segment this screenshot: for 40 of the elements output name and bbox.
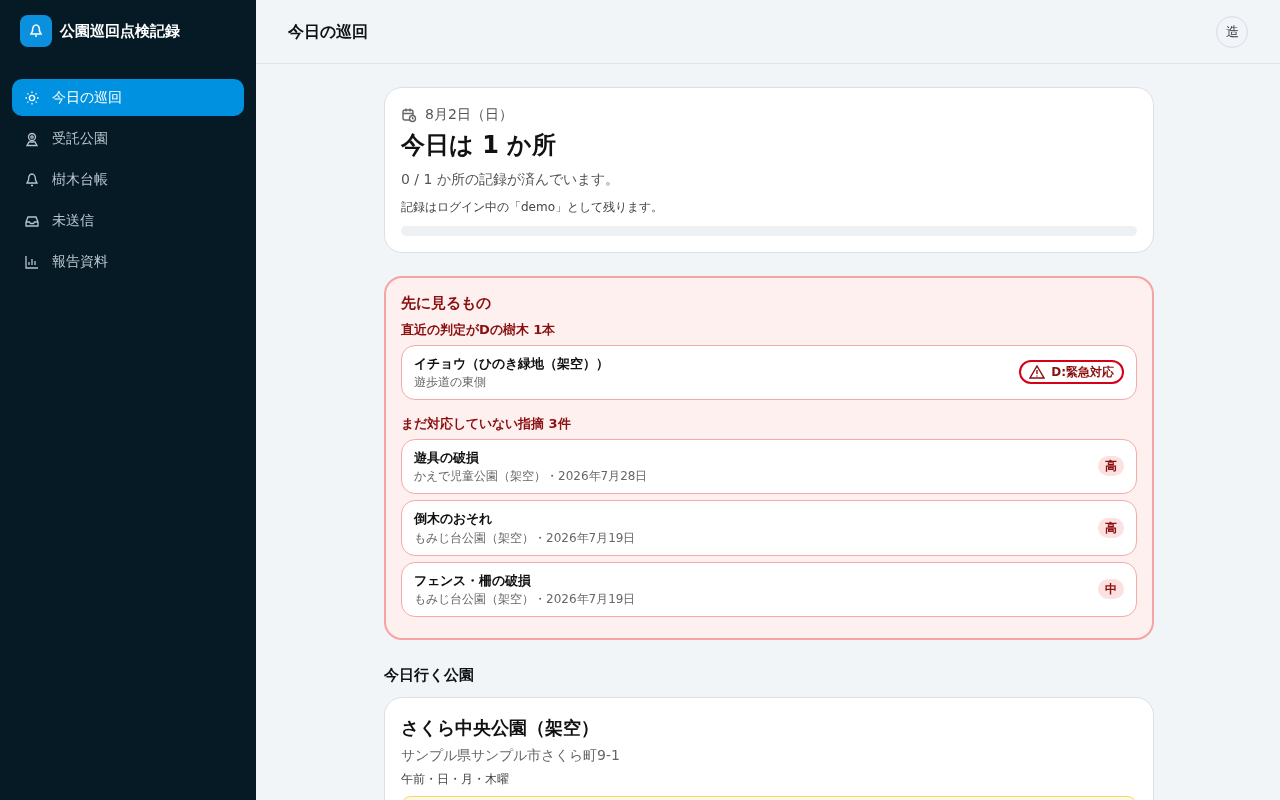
section-heading: 今日行く公園 bbox=[384, 665, 475, 687]
date-label: 8月2日（日） bbox=[425, 105, 513, 124]
issue-item[interactable]: フェンス・柵の破損 もみじ台公園（架空）・2026年7月19日 中 bbox=[401, 561, 1137, 618]
item-subtitle: 遊歩道の東側 bbox=[414, 374, 487, 392]
item-subtitle: もみじ台公園（架空）・2026年7月19日 bbox=[414, 591, 636, 609]
park-card[interactable]: さくら中央公園（架空） サンプル県サンプル市さくら町9-1 午前・日・月・木曜 bbox=[384, 696, 1154, 800]
panel-title: 先に見るもの bbox=[401, 294, 492, 312]
park-schedule: 午前・日・月・木曜 bbox=[401, 770, 510, 788]
progress-text: 0 / 1 か所の記録が済んでいます。 bbox=[401, 170, 620, 189]
priority-badge: 高 bbox=[1098, 517, 1124, 538]
priority-badge: 高 bbox=[1098, 456, 1124, 477]
issue-item[interactable]: イチョウ（ひのき緑地（架空）） 遊歩道の東側 D:緊急対応 bbox=[401, 344, 1137, 401]
warning-icon bbox=[1029, 365, 1046, 380]
section-heading: まだ対応していない指摘 3件 bbox=[401, 416, 572, 432]
issue-item[interactable]: 遊具の破損 かえで児童公園（架空）・2026年7月28日 高 bbox=[401, 438, 1137, 495]
grade-badge: D:緊急対応 bbox=[1019, 360, 1124, 385]
app-title: 公園巡回点検記録 bbox=[60, 20, 180, 42]
item-title: 倒木のおそれ bbox=[414, 510, 493, 529]
calendar-icon bbox=[401, 106, 417, 123]
nav-item[interactable]: 報告資料 bbox=[12, 243, 244, 280]
note-text: 記録はログイン中の「demo」として残ります。 bbox=[401, 199, 665, 216]
sun-icon bbox=[24, 89, 40, 106]
priority-badge: 中 bbox=[1098, 579, 1124, 600]
item-title: 遊具の破損 bbox=[414, 448, 480, 467]
item-subtitle: もみじ台公園（架空）・2026年7月19日 bbox=[414, 529, 636, 547]
park-name: さくら中央公園（架空） bbox=[401, 715, 600, 740]
item-title: イチョウ（ひのき緑地（架空）） bbox=[414, 354, 609, 373]
logo-icon bbox=[20, 15, 52, 47]
section-heading: 直近の判定がDの樹木 1本 bbox=[401, 322, 557, 338]
item-title: フェンス・柵の破損 bbox=[414, 571, 532, 590]
nav-item[interactable]: 樹木台帳 bbox=[12, 161, 244, 198]
bar-chart-icon bbox=[24, 253, 40, 270]
headline: 今日は 1 か所 bbox=[401, 130, 558, 161]
page-title: 今日の巡回 bbox=[288, 20, 368, 43]
item-subtitle: かえで児童公園（架空）・2026年7月28日 bbox=[414, 468, 648, 486]
location-pin-icon bbox=[24, 130, 40, 147]
nav-item[interactable]: 受託公園 bbox=[12, 120, 244, 157]
nav-item[interactable]: 未送信 bbox=[12, 202, 244, 239]
park-address: サンプル県サンプル市さくら町9-1 bbox=[401, 745, 621, 765]
issue-item[interactable]: 倒木のおそれ もみじ台公園（架空）・2026年7月19日 高 bbox=[401, 500, 1137, 556]
